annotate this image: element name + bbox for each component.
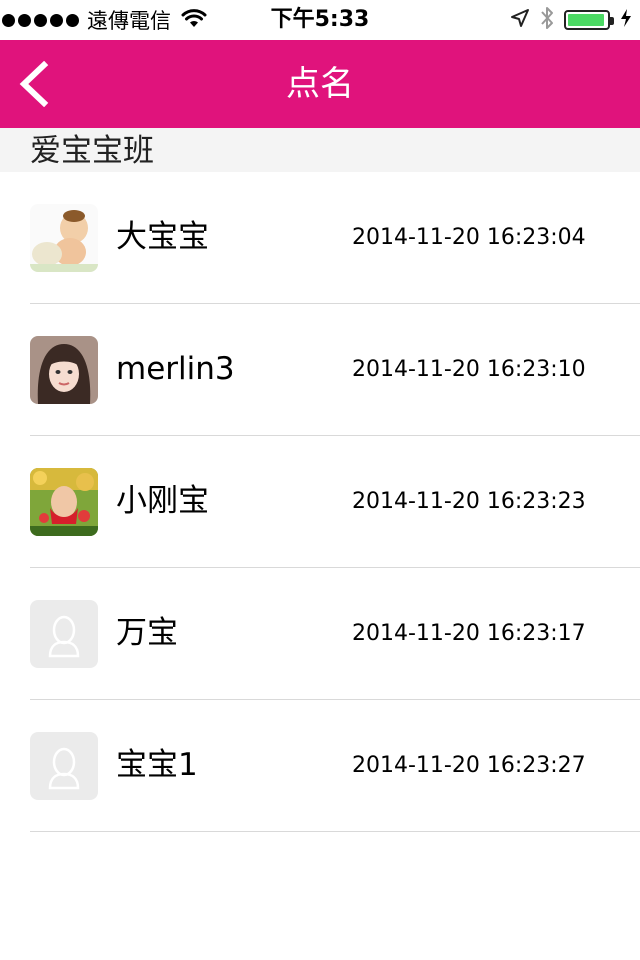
avatar-baby-photo: [30, 204, 98, 272]
avatar-girl-photo: [30, 336, 98, 404]
back-button[interactable]: [10, 54, 56, 114]
check-in-time: 2014-11-20 16:23:17: [352, 621, 586, 646]
class-section-header: 爱宝宝班: [0, 128, 640, 172]
list-item[interactable]: 宝宝1 2014-11-20 16:23:27: [30, 700, 640, 832]
list-item[interactable]: 万宝 2014-11-20 16:23:17: [30, 568, 640, 700]
attendance-list: 大宝宝 2014-11-20 16:23:04 merlin3 2014-11-…: [0, 172, 640, 832]
status-bar: 遠傳電信 下午5:33: [0, 0, 640, 40]
student-name: merlin3: [116, 351, 235, 387]
student-name: 小刚宝: [116, 483, 209, 519]
page-title: 点名: [286, 64, 354, 104]
check-in-time: 2014-11-20 16:23:10: [352, 357, 586, 382]
student-name: 大宝宝: [116, 219, 209, 255]
charging-bolt-icon: [620, 8, 632, 32]
chevron-left-icon: [19, 61, 49, 107]
battery-icon: [564, 10, 614, 30]
avatar-flower-photo: [30, 468, 98, 536]
default-avatar-icon: [30, 600, 98, 668]
class-name: 爱宝宝班: [30, 133, 154, 169]
location-arrow-icon: [510, 8, 530, 32]
student-name: 万宝: [116, 615, 178, 651]
student-name: 宝宝1: [116, 747, 198, 783]
list-item[interactable]: merlin3 2014-11-20 16:23:10: [30, 304, 640, 436]
status-right: [510, 0, 632, 40]
navigation-bar: 点名: [0, 40, 640, 128]
list-item[interactable]: 小刚宝 2014-11-20 16:23:23: [30, 436, 640, 568]
bluetooth-icon: [540, 5, 554, 35]
battery-fill: [568, 14, 604, 26]
check-in-time: 2014-11-20 16:23:23: [352, 489, 586, 514]
list-item[interactable]: 大宝宝 2014-11-20 16:23:04: [30, 172, 640, 304]
default-avatar-icon: [30, 732, 98, 800]
check-in-time: 2014-11-20 16:23:04: [352, 225, 586, 250]
check-in-time: 2014-11-20 16:23:27: [352, 753, 586, 778]
